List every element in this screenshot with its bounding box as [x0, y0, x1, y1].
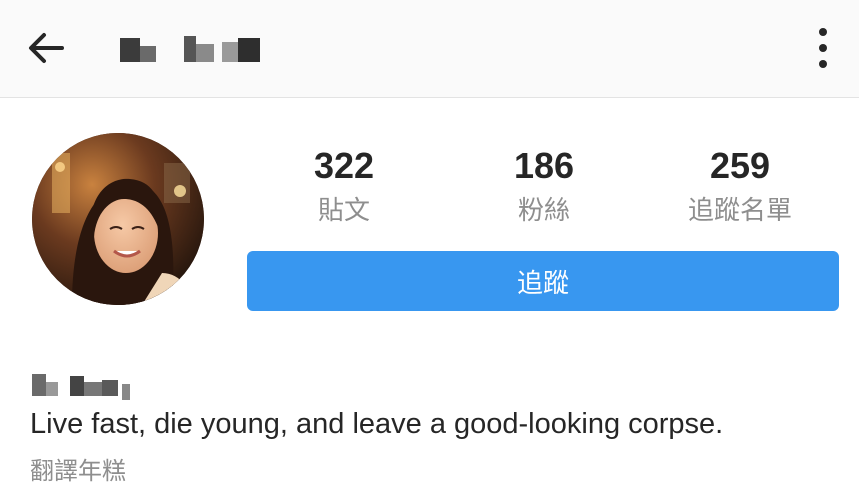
follow-button[interactable]: 追蹤 [247, 251, 839, 311]
following-count: 259 [709, 145, 771, 186]
posts-label: 貼文 [317, 196, 370, 226]
profile-bio: Live fast, die young, and leave a good-l… [30, 408, 724, 440]
following-label: 追蹤名單 [687, 196, 792, 226]
avatar[interactable] [32, 133, 204, 305]
back-button[interactable] [22, 24, 70, 72]
top-app-bar [0, 0, 859, 98]
followers-stat[interactable]: 186 粉絲 [454, 145, 634, 229]
arrow-left-icon [29, 33, 64, 63]
profile-name-redacted [30, 366, 150, 402]
profile-photo [32, 133, 204, 305]
more-options-button[interactable] [806, 24, 840, 72]
posts-stat[interactable]: 322 貼文 [254, 145, 434, 229]
username-title-redacted [118, 32, 268, 66]
following-stat[interactable]: 259 追蹤名單 [650, 145, 830, 229]
followers-count: 186 [513, 145, 575, 186]
posts-count: 322 [313, 145, 375, 186]
followers-label: 粉絲 [517, 196, 570, 226]
translate-link[interactable]: 翻譯年糕 [30, 451, 126, 486]
